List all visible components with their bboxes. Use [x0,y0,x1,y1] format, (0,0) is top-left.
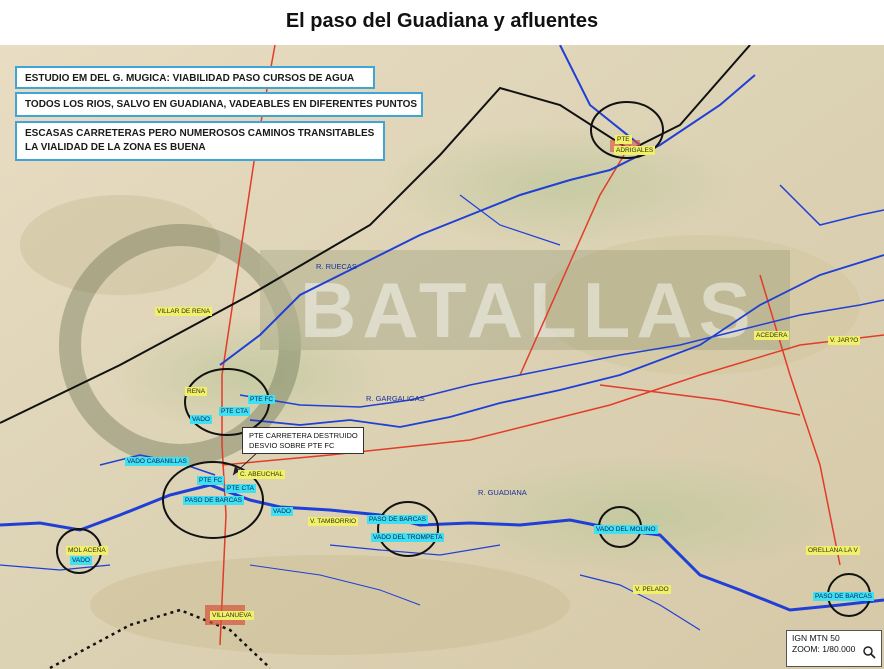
place-orellana: ORELLANA LA V [806,546,860,555]
crossing-vado-del-trompeta[interactable]: VADO DEL TROMPETA [371,533,445,542]
note-text: ESCASAS CARRETERAS PERO NUMEROSOS CAMINO… [25,128,375,139]
place-rena: RENA [185,387,208,396]
terrain-patch [440,455,840,575]
note-estudio: ESTUDIO EM DEL G. MUGICA: VIABILIDAD PAS… [15,66,375,89]
crossing-pte-fc-rena[interactable]: PTE FC [248,395,276,404]
place-adrigales-label: ADRIGALES [614,146,656,155]
crossing-paso-de-barcas-2[interactable]: PASO DE BARCAS [367,515,428,524]
crossing-pte-cta[interactable]: PTE CTA [225,484,256,493]
crossing-vado-2[interactable]: VADO [271,507,293,516]
place-c-abeuchal: C. ABEUCHAL [238,470,285,479]
river-tamborrio-label: V. TAMBORRIO [308,517,359,526]
place-villanueva: VILLANUEVA [210,611,254,620]
crossing-paso-de-barcas-3[interactable]: PASO DE BARCAS [813,592,874,601]
river-pelado-label: V. PELADO [633,585,671,594]
place-pte-label: PTE [615,135,632,144]
note-carreteras: ESCASAS CARRETERAS PERO NUMEROSOS CAMINO… [15,121,385,161]
watermark-text: BATALLAS [300,266,757,354]
place-acedera: ACEDERA [754,331,790,340]
callout-text: DESVIO SOBRE PTE FC [249,441,335,450]
search-icon[interactable] [862,645,876,662]
scale-source: IGN MTN 50 [792,633,840,643]
note-text: LA VIALIDAD DE LA ZONA ES BUENA [25,142,206,153]
callout-pte-carretera: PTE CARRETERA DESTRUIDO DESVIO SOBRE PTE… [242,427,364,454]
crossing-vado-del-molino[interactable]: VADO DEL MOLINO [594,525,658,534]
terrain-patch [90,555,570,655]
scale-box: IGN MTN 50 ZOOM: 1/80.000 [786,630,882,667]
crossing-vado-rena[interactable]: VADO [190,415,212,424]
river-ruecas-label: R. RUECAS [316,262,357,271]
crossing-vado-3[interactable]: VADO [70,556,92,565]
place-v-jarceo: V. JAR?O [828,336,861,345]
map[interactable]: BATALLAS ESTUDIO EM DEL G. MUGICA: VIABI… [0,45,884,669]
crossing-paso-de-barcas-1[interactable]: PASO DE BARCAS [183,496,244,505]
river-gargaligas-label: R. GARGALIGAS [366,394,425,403]
place-mol-acena: MOL ACEÑA [66,546,108,555]
crossing-pte-fc[interactable]: PTE FC [197,476,225,485]
note-text: TODOS LOS RIOS, SALVO EN GUADIANA, VADEA… [25,99,418,110]
river-guadiana-label: R. GUADIANA [478,488,527,497]
callout-text: PTE CARRETERA DESTRUIDO [249,431,358,440]
note-rios: TODOS LOS RIOS, SALVO EN GUADIANA, VADEA… [15,92,423,117]
note-text: ESTUDIO EM DEL G. MUGICA: VIABILIDAD PAS… [25,73,355,84]
crossing-pte-cta-rena[interactable]: PTE CTA [219,407,250,416]
place-villar-de-rena: VILLAR DE RENA [155,307,213,316]
terrain-patch [380,125,740,245]
crossing-vado-cabanillas[interactable]: VADO CABANILLAS [125,457,189,466]
page-title: El paso del Guadiana y afluentes [285,10,599,32]
